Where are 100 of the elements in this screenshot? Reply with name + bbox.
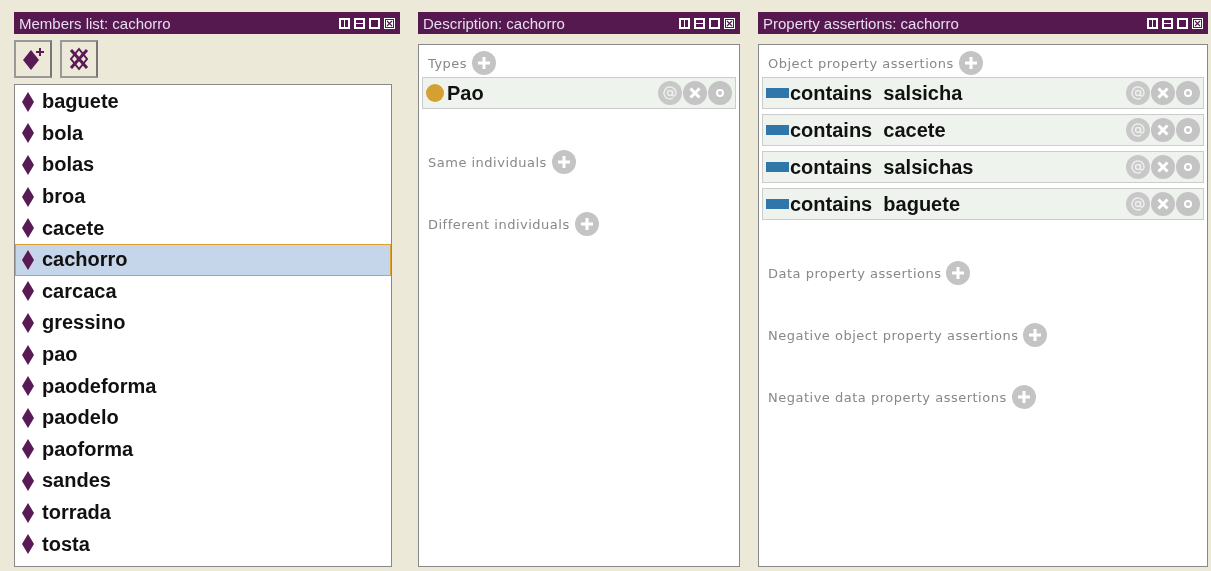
info-icon[interactable] xyxy=(1176,155,1200,179)
crossed-diamond-icon xyxy=(67,47,91,71)
member-item[interactable]: paodelo xyxy=(15,401,391,434)
section-label: Data property assertions xyxy=(768,265,942,281)
assertion-row[interactable]: contains salsicha xyxy=(762,77,1204,109)
diamond-icon xyxy=(22,281,34,302)
split-vertical-icon[interactable] xyxy=(338,16,351,30)
delete-icon[interactable] xyxy=(1151,118,1175,142)
member-label: cachorro xyxy=(42,248,128,272)
delete-icon[interactable] xyxy=(683,81,707,105)
member-item[interactable]: torrada xyxy=(15,496,391,529)
member-label: paodelo xyxy=(42,406,119,430)
delete-icon[interactable] xyxy=(1151,155,1175,179)
split-vertical-icon[interactable] xyxy=(1146,16,1159,30)
assertion-text: contains salsicha xyxy=(790,81,964,105)
annotate-icon[interactable] xyxy=(1126,118,1150,142)
assertion-text: contains cacete xyxy=(790,118,947,142)
add-individual-button[interactable] xyxy=(14,40,52,78)
annotate-icon[interactable] xyxy=(658,81,682,105)
member-label: gressino xyxy=(42,311,126,335)
member-label: broa xyxy=(42,185,86,209)
assertion-row[interactable]: contains cacete xyxy=(762,114,1204,146)
add-icon[interactable] xyxy=(574,212,599,236)
add-diamond-icon xyxy=(21,47,45,71)
add-icon[interactable] xyxy=(551,150,576,174)
info-icon[interactable] xyxy=(1176,192,1200,216)
split-vertical-icon[interactable] xyxy=(678,16,691,30)
member-label: cacete xyxy=(42,216,105,240)
member-item[interactable]: baguete xyxy=(15,86,391,118)
member-label: bolas xyxy=(42,153,95,177)
member-item[interactable]: gressino xyxy=(15,307,391,339)
maximize-icon[interactable] xyxy=(368,16,381,30)
member-item[interactable]: pao xyxy=(15,338,391,371)
assertion-row[interactable]: contains baguete xyxy=(762,188,1204,220)
add-icon[interactable] xyxy=(472,51,497,75)
property-icon xyxy=(766,88,789,98)
diamond-icon xyxy=(22,186,34,207)
maximize-icon[interactable] xyxy=(1176,16,1189,30)
info-icon[interactable] xyxy=(1176,81,1200,105)
member-item[interactable]: cachorro xyxy=(15,243,391,276)
property-icon xyxy=(766,162,789,172)
close-icon[interactable] xyxy=(1191,16,1204,30)
member-label: baguete xyxy=(42,90,119,114)
member-item[interactable]: broa xyxy=(15,180,391,213)
member-label: pao xyxy=(42,343,78,367)
member-item[interactable]: bolas xyxy=(15,149,391,181)
diamond-icon xyxy=(22,344,34,365)
split-horizontal-icon[interactable] xyxy=(353,16,366,30)
panel-title: Description: cachorro xyxy=(423,14,565,32)
diamond-icon xyxy=(22,123,34,144)
diamond-icon xyxy=(22,249,34,270)
assertion-row[interactable]: contains salsichas xyxy=(762,151,1204,183)
section-label: Same individuals xyxy=(428,154,547,170)
member-label: torrada xyxy=(42,501,111,524)
member-label: carcaca xyxy=(42,279,117,303)
diamond-icon xyxy=(22,91,34,112)
panel-title: Property assertions: cachorro xyxy=(763,14,959,32)
assertion-text: contains salsichas xyxy=(790,155,975,179)
section-label: Negative object property assertions xyxy=(768,327,1019,343)
member-item[interactable]: carcaca xyxy=(15,275,391,308)
delete-icon[interactable] xyxy=(1151,192,1175,216)
split-horizontal-icon[interactable] xyxy=(1161,16,1174,30)
close-icon[interactable] xyxy=(383,16,396,30)
annotate-icon[interactable] xyxy=(1126,81,1150,105)
member-item[interactable]: paodeforma xyxy=(15,370,391,402)
section-label: Different individuals xyxy=(428,216,570,232)
member-label: paodeforma xyxy=(42,374,157,398)
section-label: Object property assertions xyxy=(768,55,954,71)
annotate-icon[interactable] xyxy=(1126,155,1150,179)
add-icon[interactable] xyxy=(1011,385,1036,409)
panel-title: Members list: cachorro xyxy=(19,14,171,32)
member-item[interactable]: tosta xyxy=(15,528,391,560)
member-label: paoforma xyxy=(42,437,134,461)
maximize-icon[interactable] xyxy=(708,16,721,30)
info-icon[interactable] xyxy=(1176,118,1200,142)
member-item[interactable]: cacete xyxy=(15,212,391,244)
member-item[interactable]: sandes xyxy=(15,465,391,497)
assertion-row[interactable]: Pao xyxy=(422,77,736,109)
member-item[interactable]: bola xyxy=(15,117,391,150)
delete-individual-button[interactable] xyxy=(60,40,98,78)
diamond-icon xyxy=(22,155,34,175)
add-icon[interactable] xyxy=(958,51,983,75)
section-label: Negative data property assertions xyxy=(768,389,1007,405)
annotate-icon[interactable] xyxy=(1126,192,1150,216)
add-icon[interactable] xyxy=(1023,323,1048,347)
member-label: sandes xyxy=(42,469,111,493)
close-icon[interactable] xyxy=(723,16,736,30)
diamond-icon xyxy=(22,470,34,491)
diamond-icon xyxy=(22,502,34,523)
split-horizontal-icon[interactable] xyxy=(693,16,706,30)
member-item[interactable]: paoforma xyxy=(15,433,391,466)
info-icon[interactable] xyxy=(708,81,732,105)
diamond-icon xyxy=(22,439,34,460)
diamond-icon xyxy=(22,407,34,428)
add-icon[interactable] xyxy=(946,261,971,285)
delete-icon[interactable] xyxy=(1151,81,1175,105)
member-label: tosta xyxy=(42,532,90,556)
class-icon xyxy=(426,84,444,102)
assertion-text: Pao xyxy=(447,81,485,105)
property-icon xyxy=(766,125,789,135)
